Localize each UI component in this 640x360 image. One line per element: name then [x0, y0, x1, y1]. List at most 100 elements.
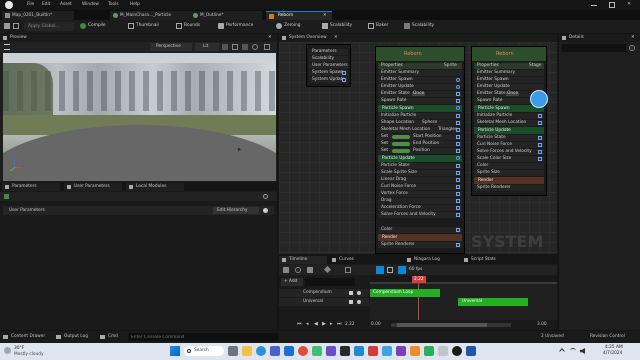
task-view-icon[interactable] [228, 346, 238, 356]
minimize-icon[interactable] [591, 5, 597, 6]
start-icon[interactable] [170, 346, 180, 356]
emitter-row[interactable]: Set Start Position [378, 134, 462, 140]
snap-icon[interactable] [345, 267, 351, 273]
menu-help[interactable]: Help [130, 2, 140, 7]
user-parameters-row[interactable]: User Parameters Edit Hierarchy [3, 206, 274, 215]
cmd-dropdown[interactable]: Cmd [100, 333, 126, 341]
enabled-checkbox[interactable] [456, 228, 460, 232]
enabled-checkbox[interactable] [538, 157, 542, 161]
maximize-icon[interactable] [609, 2, 615, 8]
bounds-button[interactable]: Bounds [176, 22, 216, 31]
emitter-row[interactable]: Shape Location Sphere [378, 120, 462, 126]
jump-start-icon[interactable]: ⏮ [297, 322, 302, 327]
keyframe-icon[interactable] [323, 265, 332, 274]
save-icon[interactable] [283, 267, 289, 273]
emitter-row[interactable]: Emitter Update [378, 84, 462, 90]
baker-button[interactable]: Baker [368, 22, 403, 31]
emitter-row[interactable]: Emitter Summary [378, 70, 462, 76]
viewport[interactable]: ➤ [3, 53, 276, 181]
emitter-row-properties[interactable]: Properties Sprite [378, 63, 462, 69]
jump-end-icon[interactable]: ⏭ [337, 322, 342, 327]
particle-spawn-header[interactable]: Particle Spawn [378, 105, 462, 112]
range-start[interactable]: 0.00 [371, 322, 381, 327]
tab-script-stats[interactable]: Script Stats [461, 256, 516, 264]
app-icon[interactable] [466, 346, 476, 356]
add-parameter-icon[interactable] [263, 208, 268, 213]
system-node-row[interactable]: System Update [309, 77, 348, 83]
loop-icon[interactable] [398, 266, 406, 274]
thumbnail-button[interactable]: Thumbnail [128, 22, 173, 31]
app-icon[interactable] [340, 346, 350, 356]
system-node-row[interactable]: User Parameters [309, 63, 348, 69]
output-log-button[interactable]: Output Log [56, 333, 96, 341]
emitter-row[interactable]: Emitter Update [474, 84, 544, 90]
apply-global-button[interactable]: Apply Global... [24, 22, 74, 31]
edge-icon[interactable] [256, 346, 266, 356]
enabled-checkbox[interactable] [456, 92, 460, 96]
emitter-row[interactable]: Linear Drag [378, 177, 462, 183]
save-icon[interactable] [4, 23, 10, 29]
enabled-checkbox[interactable] [456, 128, 460, 132]
clock-time[interactable]: 4:25 AM [605, 345, 623, 350]
step-forward-icon[interactable]: ▸ [330, 322, 333, 327]
tab-close-icon[interactable]: ✕ [323, 13, 327, 18]
snapping-toggle-icon[interactable] [376, 266, 384, 274]
enabled-checkbox[interactable] [342, 78, 346, 82]
content-drawer-button[interactable]: Content Drawer [3, 333, 51, 341]
step-back-icon[interactable]: ◂ [306, 322, 309, 327]
performance-button[interactable]: Performance [218, 22, 273, 31]
app-icon[interactable] [424, 346, 434, 356]
emitter-row[interactable]: Emitter State Once [378, 91, 462, 97]
lit-dropdown[interactable]: Lit [195, 43, 219, 51]
search-icon[interactable] [295, 267, 301, 273]
emitter-row[interactable]: Scale Color Size [474, 156, 544, 162]
system-node-row[interactable]: System Spawn [309, 70, 348, 76]
emitter-node-a[interactable]: Reborn Properties Sprite Emitter Summary … [375, 46, 465, 254]
enabled-checkbox[interactable] [456, 178, 460, 182]
tab-material-outline[interactable]: M_Outline* [190, 11, 262, 20]
emitter-row[interactable]: Emitter Spawn [378, 77, 462, 83]
particle-update-header[interactable]: Particle Update [474, 127, 544, 134]
enabled-checkbox[interactable] [456, 213, 460, 217]
emitter-header[interactable]: Reborn [472, 47, 546, 61]
play-icon[interactable]: ▶ [322, 322, 326, 327]
enabled-checkbox[interactable] [342, 71, 346, 75]
track-enabled-checkbox[interactable] [349, 291, 353, 295]
filter-icon[interactable] [307, 267, 313, 273]
enabled-checkbox[interactable] [456, 171, 460, 175]
enabled-checkbox[interactable] [456, 243, 460, 247]
menu-asset[interactable]: Asset [60, 2, 72, 7]
app-icon[interactable] [326, 346, 336, 356]
tab-material-particle[interactable]: M_MainChara..._Particle [110, 11, 190, 20]
emitter-row-properties[interactable]: Properties Stage [474, 63, 544, 69]
camera-icon[interactable] [242, 44, 248, 50]
compile-button[interactable]: Compile [80, 22, 126, 31]
track-solo-icon[interactable] [357, 291, 361, 295]
wifi-icon[interactable] [570, 348, 576, 354]
tab-parameters[interactable]: Parameters [2, 183, 60, 191]
enabled-checkbox[interactable] [456, 206, 460, 210]
playback-settings-icon[interactable] [387, 267, 393, 273]
enabled-checkbox[interactable] [456, 135, 460, 139]
mail-icon[interactable] [284, 346, 294, 356]
tab-reborn-active[interactable]: Reborn ✕ [266, 11, 332, 20]
track-filter-input[interactable] [305, 278, 355, 286]
track-row[interactable]: Compendium [279, 289, 369, 297]
emitter-row[interactable]: Color [474, 163, 544, 169]
scrollbar-thumb[interactable] [397, 323, 487, 327]
weather-widget[interactable]: 30°F Mostly cloudy [4, 345, 44, 358]
panel-close-icon[interactable]: ✕ [631, 35, 635, 40]
unreal-logo-icon[interactable] [5, 1, 13, 9]
emitter-row[interactable]: Emitter Summary [474, 70, 544, 76]
taskbar-search[interactable]: Search [184, 346, 224, 356]
store-icon[interactable] [270, 346, 280, 356]
volume-icon[interactable] [580, 348, 585, 354]
enabled-checkbox[interactable] [456, 99, 460, 103]
revision-control[interactable]: Revision Control [590, 334, 625, 339]
emitter-row[interactable]: Initialize Particle [474, 113, 544, 119]
scalability-mode-button[interactable]: Scalability [404, 22, 454, 31]
details-settings-icon[interactable] [629, 45, 635, 51]
file-explorer-icon[interactable] [242, 346, 252, 356]
emitter-row[interactable]: Sprite Renderer [378, 242, 462, 248]
maximize-viewport-icon[interactable] [264, 44, 270, 50]
